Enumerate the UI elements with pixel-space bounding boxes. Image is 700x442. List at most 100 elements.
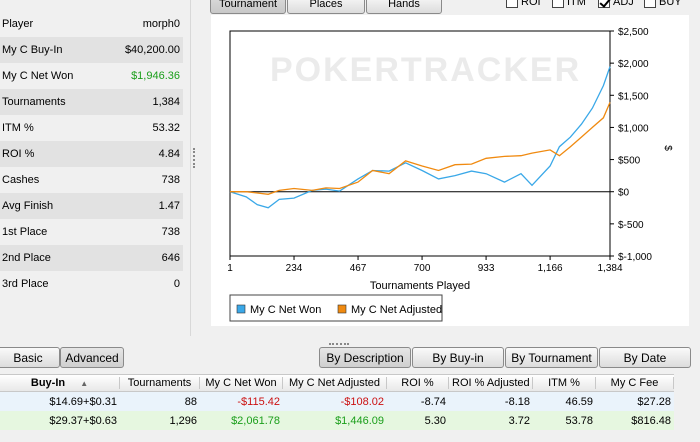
adj-checkbox[interactable]: ADJ (598, 0, 634, 8)
cell-itm: 46.59 (565, 395, 593, 408)
x-tick-label: 700 (414, 263, 431, 274)
x-tick-label: 1,384 (597, 263, 622, 274)
cell-fee: $816.48 (631, 414, 671, 427)
x-tick-label: 1,166 (538, 263, 563, 274)
x-tick-label: 234 (286, 263, 303, 274)
horizontal-splitter-handle[interactable] (329, 343, 349, 345)
tab-basic[interactable]: Basic (0, 347, 60, 368)
checkbox-label: ROI (521, 0, 541, 8)
cell-net-won: -$115.42 (237, 395, 280, 408)
stat-value: $40,200.00 (124, 44, 180, 56)
stat-label: My C Net Won (2, 70, 74, 82)
pokertracker-watermark: POKERTRACKER (270, 51, 581, 89)
stat-label: 2nd Place (2, 252, 51, 264)
results-table: Buy-In ▲ Tournaments My C Net Won My C N… (0, 374, 674, 430)
y-tick-label: $500 (618, 156, 641, 167)
legend-label-net-won: My C Net Won (250, 304, 321, 316)
stat-label: My C Buy-In (2, 44, 63, 56)
y-tick-label: $2,000 (618, 59, 649, 70)
table-row[interactable]: $14.69+$0.31 88 -$115.42 -$108.02 -8.74 … (0, 392, 674, 411)
stat-value: morph0 (142, 18, 180, 30)
checkbox-box[interactable] (644, 0, 656, 8)
stat-value: 738 (161, 226, 180, 238)
column-header-net-won[interactable]: My C Net Won (200, 377, 283, 389)
checkbox-box[interactable] (506, 0, 518, 8)
stat-row-2nd-place: 2nd Place 646 (0, 245, 183, 271)
column-header-tournaments[interactable]: Tournaments (120, 377, 200, 389)
tab-advanced[interactable]: Advanced (60, 347, 124, 368)
stat-row-buy-in: My C Buy-In $40,200.00 (0, 37, 183, 63)
checkbox-label: BUY (659, 0, 682, 8)
checkbox-box[interactable] (552, 0, 564, 8)
cell-buy-in: $29.37+$0.63 (49, 414, 117, 427)
stat-value: $1,946.36 (131, 70, 180, 82)
cell-roi: 5.30 (424, 414, 446, 427)
by-date-button[interactable]: By Date (599, 347, 691, 368)
stat-label: Cashes (2, 174, 40, 186)
profit-chart: POKERTRACKER 1 234 467 700 933 1,166 1,384 $2,… (227, 27, 673, 322)
cell-net-adjusted: -$108.02 (340, 395, 384, 408)
cell-tournaments: 88 (184, 395, 197, 408)
vertical-splitter-handle[interactable] (193, 148, 195, 168)
x-axis-label: Tournaments Played (370, 280, 470, 292)
stat-label: 3rd Place (2, 278, 49, 290)
cell-roi: -8.74 (420, 395, 446, 408)
stat-row-itm: ITM % 53.32 (0, 115, 183, 141)
buy-checkbox[interactable]: BUY (644, 0, 682, 8)
stat-value: 4.84 (158, 148, 180, 160)
stat-value: 738 (161, 174, 180, 186)
legend-label-net-adjusted: My C Net Adjusted (351, 304, 442, 316)
cell-itm: 53.78 (565, 414, 593, 427)
stat-row-tournaments: Tournaments 1,384 (0, 89, 183, 115)
legend-swatch-net-won (236, 304, 246, 314)
x-tick-label: 1 (227, 263, 233, 274)
stat-label: ITM % (2, 122, 34, 134)
by-buy-in-button[interactable]: By Buy-in (412, 347, 504, 368)
x-tick-label: 933 (478, 263, 495, 274)
tab-places[interactable]: Places (287, 0, 365, 14)
stat-row-cashes: Cashes 738 (0, 167, 183, 193)
column-header-roi-adjusted[interactable]: ROI % Adjusted (449, 377, 533, 389)
roi-checkbox[interactable]: ROI (506, 0, 541, 8)
cell-roi-adjusted: -8.18 (504, 395, 530, 408)
stats-panel: Player morph0 My C Buy-In $40,200.00 My C … (0, 11, 183, 297)
stat-row-avg-finish: Avg Finish 1.47 (0, 193, 183, 219)
stat-value: 1,384 (152, 96, 180, 108)
by-tournament-button[interactable]: By Tournament (505, 347, 598, 368)
cell-net-won: $2,061.78 (231, 414, 280, 427)
legend-swatch-net-adjusted (337, 304, 347, 314)
itm-checkbox[interactable]: ITM (552, 0, 586, 8)
panel-divider (190, 0, 191, 336)
column-header-net-adjusted[interactable]: My C Net Adjusted (283, 377, 387, 389)
stat-row-1st-place: 1st Place 738 (0, 219, 183, 245)
stat-label: Player (2, 18, 34, 30)
stat-value: 53.32 (152, 122, 180, 134)
stat-value: 646 (161, 252, 180, 264)
sort-ascending-icon: ▲ (80, 379, 89, 388)
y-tick-label: $2,500 (618, 27, 649, 38)
cell-roi-adjusted: 3.72 (508, 414, 530, 427)
stat-row-net-won: My C Net Won $1,946.36 (0, 63, 183, 89)
tab-hands[interactable]: Hands (366, 0, 442, 14)
table-row[interactable]: $29.37+$0.63 1,296 $2,061.78 $1,446.09 5… (0, 411, 674, 430)
checkbox-box[interactable] (598, 0, 610, 8)
cell-net-adjusted: $1,446.09 (335, 414, 384, 427)
cell-tournaments: 1,296 (169, 414, 197, 427)
column-header-roi[interactable]: ROI % (387, 377, 449, 389)
stat-label: 1st Place (2, 226, 48, 238)
series-line-net-adjusted (230, 102, 611, 195)
column-header-itm[interactable]: ITM % (533, 377, 596, 389)
y-tick-label: $-1,000 (618, 252, 652, 263)
column-header-buy-in[interactable]: Buy-In ▲ (0, 377, 120, 389)
by-description-button[interactable]: By Description (319, 347, 411, 368)
y-tick-label: $1,500 (618, 91, 649, 102)
stat-row-3rd-place: 3rd Place 0 (0, 271, 183, 297)
y-tick-label: $1,000 (618, 123, 649, 134)
checkbox-label: ITM (567, 0, 586, 8)
y-tick-label: $-500 (618, 220, 644, 231)
column-header-fee[interactable]: My C Fee (596, 377, 674, 389)
cell-fee: $27.28 (637, 395, 671, 408)
stat-value: 0 (173, 278, 180, 290)
tab-tournament[interactable]: Tournament (210, 0, 286, 14)
stat-row-roi: ROI % 4.84 (0, 141, 183, 167)
